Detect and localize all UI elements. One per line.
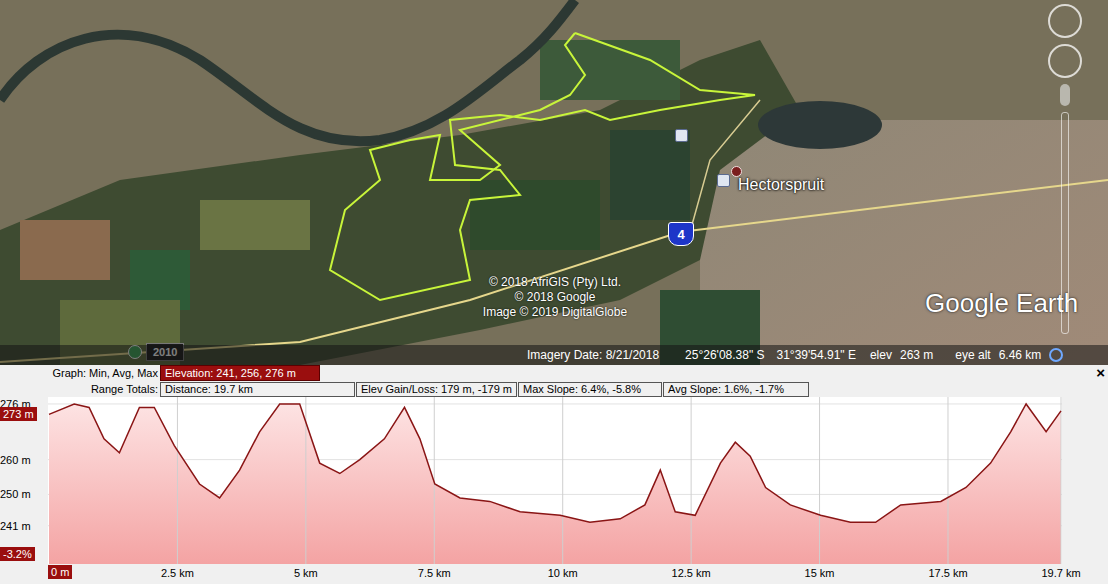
x-tick-label: 12.5 km: [672, 566, 711, 580]
poi-icon[interactable]: [717, 174, 730, 187]
h-gridline: [48, 403, 1062, 404]
compass-icon[interactable]: [1048, 4, 1082, 38]
elevation-label: elev: [870, 348, 892, 362]
range-label: Range Totals:: [0, 383, 160, 395]
copyright-notice: © 2018 AfriGIS (Pty) Ltd.© 2018 GoogleIm…: [455, 275, 655, 320]
poi-icon[interactable]: [675, 129, 688, 142]
place-marker-icon[interactable]: [731, 166, 742, 177]
elevation-line: [49, 404, 1061, 522]
graph-label: Graph: Min, Avg, Max: [0, 367, 160, 379]
graph-value[interactable]: Elevation: 241, 256, 276 m: [160, 365, 320, 381]
cursor-distance: 0 m: [48, 565, 72, 579]
elevation-chart: 276 m260 m250 m241 m273 m-3.2%: [0, 397, 1108, 564]
copyright-line: © 2018 Google: [515, 290, 596, 305]
x-tick-label: 15 km: [805, 566, 835, 580]
y-tick-label: 250 m: [0, 487, 31, 501]
copyright-line: © 2018 AfriGIS (Pty) Ltd.: [489, 275, 621, 290]
y-axis: 276 m260 m250 m241 m273 m-3.2%: [0, 397, 48, 564]
status-bar: Imagery Date: 8/21/2018 25°26'08.38" S 31°…: [0, 345, 1108, 365]
longitude: 31°39'54.91" E: [777, 348, 856, 362]
elevation-value: 263 m: [900, 348, 933, 362]
v-gridline: [819, 397, 820, 564]
close-button[interactable]: ×: [1096, 365, 1105, 381]
imagery-date: Imagery Date: 8/21/2018: [527, 348, 659, 362]
x-tick-label: 2.5 km: [161, 566, 194, 580]
navigation-controls: [1045, 4, 1085, 334]
map-view[interactable]: Hectorspruit 4 © 2018 AfriGIS (Pty) Ltd.© …: [0, 0, 1108, 365]
route-path: [330, 33, 755, 300]
copyright-line: Image © 2019 DigitalGlobe: [483, 305, 627, 320]
elevation-profile-panel: Graph: Min, Avg, MaxElevation: 241, 256,…: [0, 365, 1108, 584]
range-cell: Avg Slope: 1.6%, -1.7%: [663, 382, 809, 397]
loading-icon: [1049, 348, 1063, 362]
v-gridline: [691, 397, 692, 564]
range-cell: Max Slope: 6.4%, -5.8%: [518, 382, 662, 397]
x-axis: 0 m 2.5 km 5 km 7.5 km 10 km 12.5 km 15 km 17.5…: [0, 564, 1108, 581]
look-joystick-icon[interactable]: [1048, 44, 1082, 78]
x-tick-label: 10 km: [548, 566, 578, 580]
cursor-slope: -3.2%: [0, 547, 35, 561]
street-view-icon[interactable]: [1060, 84, 1070, 106]
v-gridline: [947, 397, 948, 564]
x-tick-label: 17.5 km: [928, 566, 967, 580]
x-tick-label: 19.7 km: [1041, 566, 1080, 580]
latitude: 25°26'08.38" S: [685, 348, 764, 362]
range-row: Range Totals:Distance: 19.7 kmElev Gain/…: [0, 381, 1108, 397]
route-shield: 4: [668, 222, 694, 246]
elevation-area: [49, 404, 1061, 564]
range-cell: Elev Gain/Loss: 179 m, -179 m: [356, 382, 517, 397]
range-cell: Distance: 19.7 km: [160, 382, 355, 397]
google-earth-window: Hectorspruit 4 © 2018 AfriGIS (Pty) Ltd.© …: [0, 0, 1108, 584]
graph-row: Graph: Min, Avg, MaxElevation: 241, 256,…: [0, 365, 1108, 381]
x-tick-label: 5 km: [294, 566, 318, 580]
h-gridline: [48, 459, 1062, 460]
v-gridline: [1061, 397, 1062, 564]
y-tick-label: 241 m: [0, 519, 31, 533]
place-label[interactable]: Hectorspruit: [738, 176, 824, 194]
google-earth-logo: Google Earth: [925, 288, 1078, 319]
eye-alt-value: 6.46 km: [999, 348, 1042, 362]
v-gridline: [177, 397, 178, 564]
cursor-elevation: 273 m: [0, 407, 37, 421]
zoom-slider[interactable]: [1061, 112, 1069, 334]
y-tick-label: 260 m: [0, 453, 31, 467]
chart-plot[interactable]: [48, 397, 1062, 564]
eye-alt-label: eye alt: [955, 348, 990, 362]
v-gridline: [562, 397, 563, 564]
x-tick-label: 7.5 km: [418, 566, 451, 580]
